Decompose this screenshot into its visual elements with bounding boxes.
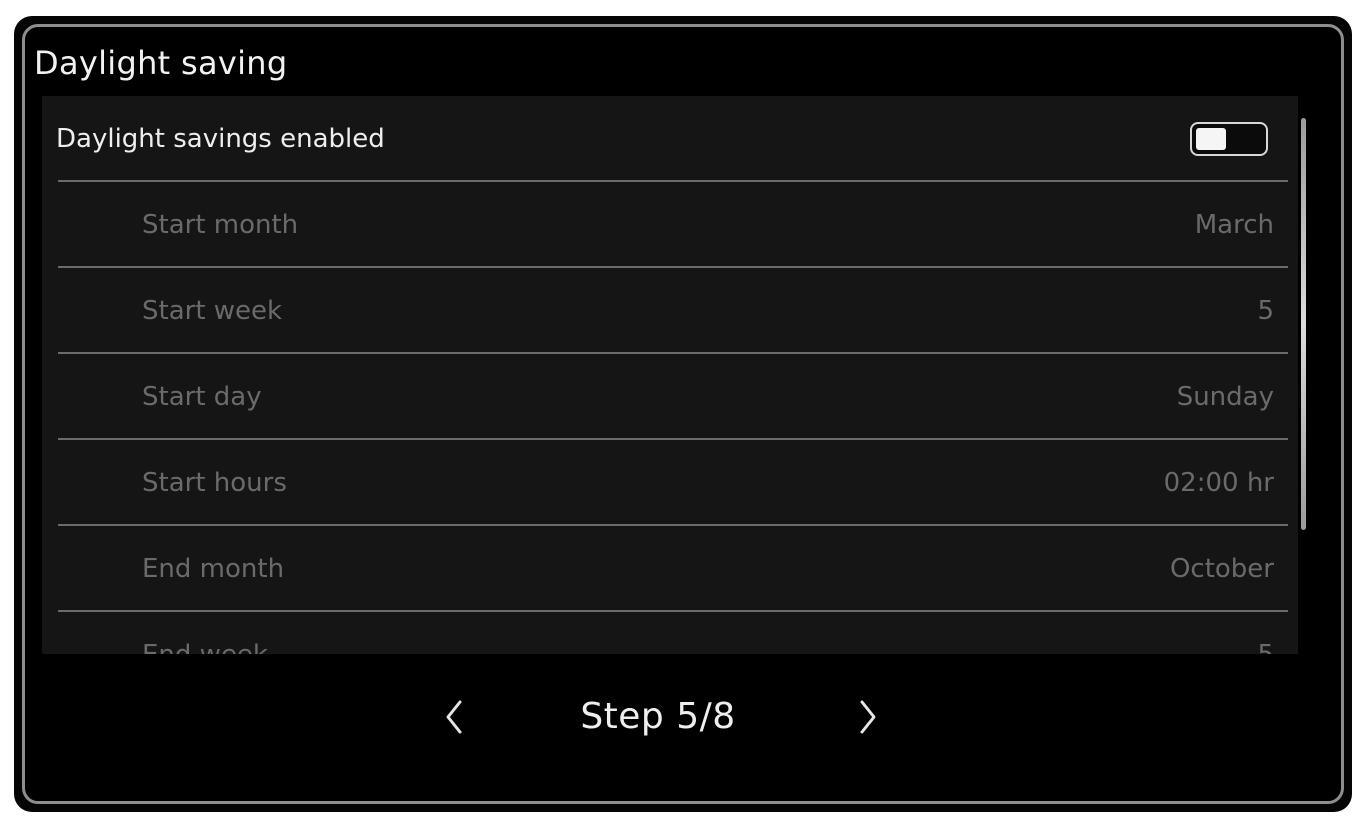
setting-label: Start day <box>142 382 262 412</box>
setting-row-end-week[interactable]: End week 5 <box>42 612 1298 654</box>
setting-row-daylight-enabled[interactable]: Daylight savings enabled <box>42 96 1298 182</box>
wizard-footer: Step 5/8 <box>0 682 1316 772</box>
settings-list: Daylight savings enabled Start month Mar… <box>42 96 1298 654</box>
next-step-button[interactable] <box>848 692 888 742</box>
setting-row-start-week[interactable]: Start week 5 <box>42 268 1298 354</box>
setting-row-end-month[interactable]: End month October <box>42 526 1298 612</box>
setting-label: End week <box>142 640 268 654</box>
list-scrollbar[interactable] <box>1301 118 1306 530</box>
setting-value: 5 <box>1257 640 1274 654</box>
setting-label: End month <box>142 554 285 584</box>
setting-row-start-day[interactable]: Start day Sunday <box>42 354 1298 440</box>
setting-value: 5 <box>1257 296 1274 326</box>
setting-value: March <box>1194 210 1274 240</box>
toggle-knob <box>1196 128 1226 150</box>
setting-label: Start hours <box>142 468 287 498</box>
setting-label: Start week <box>142 296 283 326</box>
setting-row-start-hours[interactable]: Start hours 02:00 hr <box>42 440 1298 526</box>
page-title: Daylight saving <box>34 44 288 82</box>
setting-row-start-month[interactable]: Start month March <box>42 182 1298 268</box>
setting-label: Daylight savings enabled <box>56 124 385 154</box>
setting-value: 02:00 hr <box>1163 468 1274 498</box>
setting-value: October <box>1169 554 1274 584</box>
setting-label: Start month <box>142 210 299 240</box>
chevron-right-icon <box>860 700 876 734</box>
setting-value: Sunday <box>1176 382 1274 412</box>
daylight-enabled-toggle[interactable] <box>1190 122 1268 156</box>
step-indicator: Step 5/8 <box>580 696 736 737</box>
